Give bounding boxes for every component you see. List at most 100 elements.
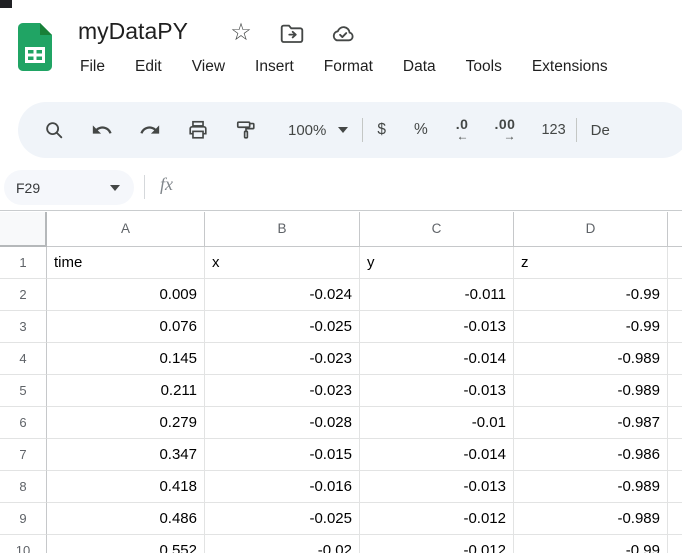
column-header-C[interactable]: C	[360, 212, 514, 247]
cell[interactable]: y	[360, 247, 514, 279]
cell[interactable]	[668, 311, 682, 343]
table-row: 3 0.076 -0.025 -0.013 -0.99	[0, 311, 682, 343]
paint-format-icon	[235, 119, 257, 141]
cell[interactable]	[668, 471, 682, 503]
chevron-down-icon	[110, 185, 120, 191]
cell[interactable]: -0.01	[360, 407, 514, 439]
cell[interactable]: x	[205, 247, 360, 279]
sheets-logo-icon[interactable]	[16, 22, 54, 72]
cell[interactable]: 0.076	[47, 311, 205, 343]
cell[interactable]: 0.211	[47, 375, 205, 407]
cell[interactable]	[668, 279, 682, 311]
formula-input[interactable]	[190, 164, 682, 210]
cell[interactable]: -0.023	[205, 343, 360, 375]
row-header[interactable]: 7	[0, 439, 47, 471]
menu-format[interactable]: Format	[322, 56, 375, 78]
increase-decimal-button[interactable]: .00 →	[494, 118, 515, 142]
cell[interactable]: -0.025	[205, 503, 360, 535]
cell[interactable]: -0.016	[205, 471, 360, 503]
cell[interactable]: 0.552	[47, 535, 205, 553]
cell[interactable]	[668, 375, 682, 407]
move-folder-button[interactable]	[279, 20, 305, 46]
row-header[interactable]: 2	[0, 279, 47, 311]
cell[interactable]: -0.012	[360, 503, 514, 535]
cell[interactable]: -0.02	[205, 535, 360, 553]
menu-file[interactable]: File	[78, 56, 107, 78]
cell[interactable]: -0.011	[360, 279, 514, 311]
move-folder-icon	[279, 20, 305, 46]
select-all-corner[interactable]	[0, 212, 47, 247]
column-header-A[interactable]: A	[47, 212, 205, 247]
menu-extensions[interactable]: Extensions	[530, 56, 610, 78]
cell[interactable]: -0.989	[514, 503, 668, 535]
redo-button[interactable]	[138, 118, 162, 142]
cloud-saved-icon[interactable]	[330, 20, 356, 46]
cell[interactable]: -0.99	[514, 535, 668, 553]
row-header[interactable]: 5	[0, 375, 47, 407]
cell[interactable]: -0.028	[205, 407, 360, 439]
cell[interactable]: 0.486	[47, 503, 205, 535]
row-header[interactable]: 9	[0, 503, 47, 535]
cell[interactable]: -0.023	[205, 375, 360, 407]
undo-button[interactable]	[90, 118, 114, 142]
cell[interactable]	[668, 247, 682, 279]
cell[interactable]: -0.013	[360, 311, 514, 343]
cell[interactable]: z	[514, 247, 668, 279]
cell[interactable]: 0.347	[47, 439, 205, 471]
cell[interactable]: time	[47, 247, 205, 279]
cell[interactable]: -0.989	[514, 343, 668, 375]
cell[interactable]: 0.418	[47, 471, 205, 503]
paint-format-button[interactable]	[234, 118, 258, 142]
menu-data[interactable]: Data	[401, 56, 438, 78]
cell[interactable]: -0.014	[360, 439, 514, 471]
row-header[interactable]: 1	[0, 247, 47, 279]
cell[interactable]: -0.989	[514, 375, 668, 407]
row-header[interactable]: 10	[0, 535, 47, 553]
menu-tools[interactable]: Tools	[464, 56, 504, 78]
name-box[interactable]: F29	[4, 170, 134, 205]
column-header-D[interactable]: D	[514, 212, 668, 247]
cell[interactable]	[668, 535, 682, 553]
menu-edit[interactable]: Edit	[133, 56, 164, 78]
cell[interactable]: 0.279	[47, 407, 205, 439]
more-formats-button[interactable]: 123	[541, 122, 565, 138]
cell[interactable]: -0.989	[514, 471, 668, 503]
cell[interactable]: -0.012	[360, 535, 514, 553]
cell[interactable]: -0.013	[360, 471, 514, 503]
cell[interactable]	[668, 503, 682, 535]
cell[interactable]: -0.024	[205, 279, 360, 311]
cell[interactable]: -0.014	[360, 343, 514, 375]
star-icon: ☆	[230, 21, 252, 45]
cell[interactable]: -0.025	[205, 311, 360, 343]
menu-insert[interactable]: Insert	[253, 56, 296, 78]
cell[interactable]: -0.987	[514, 407, 668, 439]
cell[interactable]	[668, 407, 682, 439]
star-button[interactable]: ☆	[228, 20, 254, 46]
print-button[interactable]	[186, 118, 210, 142]
column-header-E[interactable]	[668, 212, 682, 247]
cell[interactable]	[668, 343, 682, 375]
currency-format-button[interactable]: $	[377, 121, 386, 139]
cell[interactable]: -0.986	[514, 439, 668, 471]
table-row: 2 0.009 -0.024 -0.011 -0.99	[0, 279, 682, 311]
print-icon	[187, 119, 209, 141]
cell[interactable]: -0.99	[514, 311, 668, 343]
cell[interactable]: -0.015	[205, 439, 360, 471]
row-header[interactable]: 6	[0, 407, 47, 439]
cell[interactable]	[668, 439, 682, 471]
row-header[interactable]: 3	[0, 311, 47, 343]
document-title[interactable]: myDataPY	[78, 18, 188, 45]
decrease-decimal-button[interactable]: .0 ←	[456, 118, 469, 142]
cell[interactable]: 0.145	[47, 343, 205, 375]
percent-format-button[interactable]: %	[414, 121, 428, 139]
cell[interactable]: -0.99	[514, 279, 668, 311]
search-button[interactable]	[42, 118, 66, 142]
zoom-selector[interactable]: 100%	[288, 122, 348, 139]
cell[interactable]: 0.009	[47, 279, 205, 311]
font-selector[interactable]: De	[591, 122, 610, 139]
menu-view[interactable]: View	[190, 56, 227, 78]
row-header[interactable]: 4	[0, 343, 47, 375]
cell[interactable]: -0.013	[360, 375, 514, 407]
column-header-B[interactable]: B	[205, 212, 360, 247]
row-header[interactable]: 8	[0, 471, 47, 503]
